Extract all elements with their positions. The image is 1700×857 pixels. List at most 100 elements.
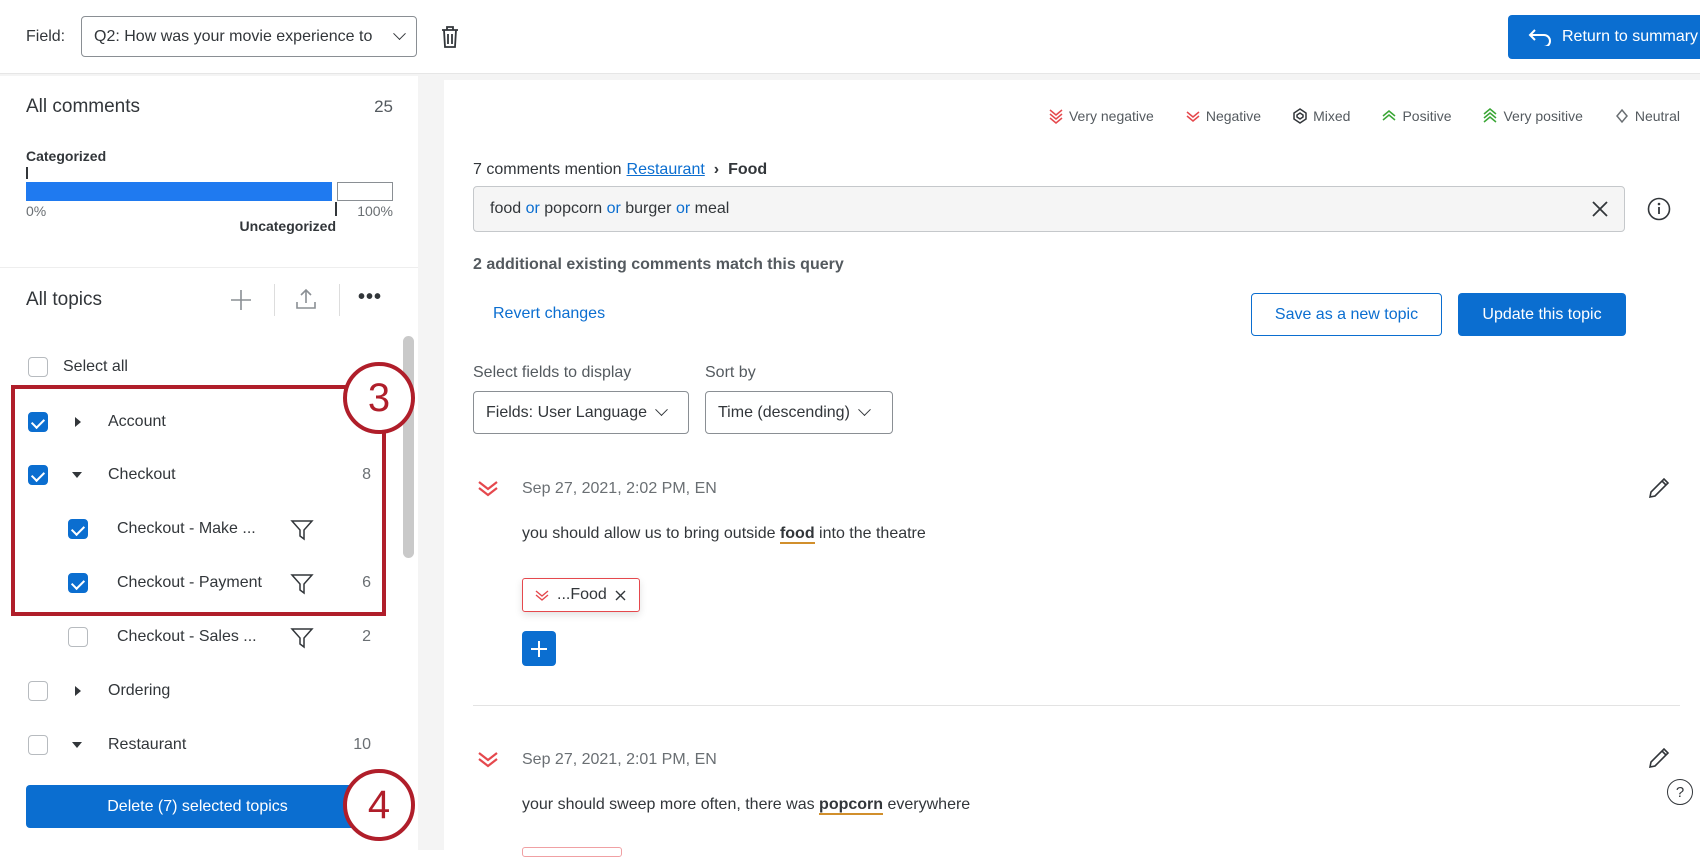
edit-pencil-icon[interactable] bbox=[1647, 746, 1671, 770]
legend-item: Very negative bbox=[1049, 108, 1154, 124]
sort-value: Time (descending) bbox=[718, 404, 850, 422]
legend-item: Mixed bbox=[1293, 108, 1350, 124]
return-arrow-icon bbox=[1528, 28, 1552, 46]
uncategorized-tick bbox=[335, 202, 337, 216]
legend-item: Very positive bbox=[1483, 108, 1582, 124]
comment-text-after: into the theatre bbox=[815, 525, 926, 542]
remove-tag-icon[interactable] bbox=[615, 590, 626, 601]
callout-box-step-3 bbox=[11, 385, 386, 616]
legend-label: Very negative bbox=[1069, 108, 1154, 124]
divider bbox=[339, 284, 340, 316]
info-icon[interactable] bbox=[1647, 197, 1671, 221]
topic-checkbox[interactable] bbox=[28, 735, 48, 755]
query-operator: or bbox=[526, 200, 540, 217]
topic-label: Checkout - Sales ... bbox=[117, 628, 257, 646]
uncategorized-label: Uncategorized bbox=[200, 218, 336, 234]
more-options-icon[interactable]: ••• bbox=[358, 286, 382, 309]
all-comments-title: All comments bbox=[26, 96, 140, 118]
legend-label: Neutral bbox=[1635, 108, 1680, 124]
query-text: food or popcorn or burger or meal bbox=[490, 200, 729, 218]
collapse-caret-icon[interactable] bbox=[72, 742, 82, 748]
sentiment-legend: Very negative Negative Mixed Positive Very p… bbox=[1049, 108, 1680, 124]
keyword-highlight: food bbox=[780, 525, 815, 544]
update-topic-button[interactable]: Update this topic bbox=[1458, 293, 1626, 336]
topic-tag[interactable] bbox=[522, 847, 622, 857]
clear-query-icon[interactable] bbox=[1592, 201, 1608, 217]
callout-step-3: 3 bbox=[343, 362, 415, 434]
legend-item: Neutral bbox=[1615, 108, 1680, 124]
topic-row[interactable]: Checkout - Sales ... 2 bbox=[0, 617, 400, 657]
query-operator: or bbox=[676, 200, 690, 217]
chevron-right-icon: › bbox=[714, 161, 719, 179]
save-as-new-topic-button[interactable]: Save as a new topic bbox=[1251, 293, 1442, 336]
query-input[interactable]: food or popcorn or burger or meal bbox=[473, 186, 1625, 232]
fields-value: Fields: User Language bbox=[486, 404, 647, 422]
divider bbox=[0, 267, 418, 268]
max-label: 100% bbox=[340, 203, 393, 219]
legend-label: Mixed bbox=[1313, 108, 1350, 124]
expand-caret-icon[interactable] bbox=[75, 686, 81, 696]
comment-text: you should allow us to bring outside foo… bbox=[522, 525, 926, 543]
keyword-highlight: popcorn bbox=[819, 796, 883, 815]
query-operator: or bbox=[607, 200, 621, 217]
comment-text-after: everywhere bbox=[883, 796, 970, 813]
edit-pencil-icon[interactable] bbox=[1647, 476, 1671, 500]
legend-label: Positive bbox=[1402, 108, 1451, 124]
match-text: 2 additional existing comments match thi… bbox=[473, 256, 844, 274]
topic-checkbox[interactable] bbox=[68, 627, 88, 647]
comment-date: Sep 27, 2021, 2:01 PM, EN bbox=[522, 751, 717, 769]
topic-checkbox[interactable] bbox=[28, 681, 48, 701]
plus-icon bbox=[530, 640, 548, 658]
trash-icon[interactable] bbox=[440, 25, 460, 49]
filter-icon[interactable] bbox=[290, 626, 314, 650]
mention-count: 7 comments mention bbox=[473, 161, 622, 179]
topic-tag[interactable]: ...Food bbox=[522, 578, 640, 612]
legend-label: Negative bbox=[1206, 108, 1261, 124]
categorized-fill bbox=[26, 182, 332, 201]
all-comments-count: 25 bbox=[360, 97, 393, 117]
very-negative-icon bbox=[477, 751, 499, 769]
field-select[interactable]: Q2: How was your movie experience to bbox=[81, 16, 417, 57]
mixed-icon bbox=[1293, 108, 1307, 124]
fields-select[interactable]: Fields: User Language bbox=[473, 391, 689, 434]
tag-label: ...Food bbox=[557, 586, 607, 604]
fields-label: Select fields to display bbox=[473, 364, 631, 382]
topic-row[interactable]: Ordering bbox=[0, 671, 400, 711]
negative-icon bbox=[535, 589, 549, 601]
chevron-down-icon bbox=[393, 27, 406, 40]
delete-selected-topics-button[interactable]: Delete (7) selected topics bbox=[26, 785, 369, 828]
comment-date: Sep 27, 2021, 2:02 PM, EN bbox=[522, 480, 717, 498]
callout-step-4: 4 bbox=[343, 769, 415, 841]
breadcrumb-link-restaurant[interactable]: Restaurant bbox=[627, 161, 705, 179]
neutral-icon bbox=[1615, 108, 1629, 124]
query-term: food bbox=[490, 200, 521, 217]
categorization-bar bbox=[26, 182, 393, 201]
chevron-down-icon bbox=[655, 403, 668, 416]
upload-icon[interactable] bbox=[295, 288, 317, 310]
min-label: 0% bbox=[26, 203, 46, 219]
comment-text: your should sweep more often, there was … bbox=[522, 796, 970, 814]
query-term: meal bbox=[695, 200, 730, 217]
comment-text-before: you should allow us to bring outside bbox=[522, 525, 780, 542]
sort-select[interactable]: Time (descending) bbox=[705, 391, 893, 434]
topic-label: Restaurant bbox=[108, 736, 186, 754]
add-topic-button[interactable] bbox=[522, 631, 556, 666]
revert-changes-link[interactable]: Revert changes bbox=[493, 305, 605, 323]
breadcrumb-current: Food bbox=[728, 161, 767, 179]
uncategorized-fill bbox=[337, 182, 393, 201]
field-label: Field: bbox=[26, 28, 65, 46]
query-term: popcorn bbox=[544, 200, 602, 217]
query-term: burger bbox=[625, 200, 671, 217]
help-button[interactable]: ? bbox=[1667, 779, 1693, 805]
scrollbar[interactable] bbox=[403, 336, 414, 558]
divider bbox=[473, 705, 1680, 706]
select-all-checkbox[interactable] bbox=[28, 357, 48, 377]
return-to-summary-button[interactable]: Return to summary bbox=[1508, 15, 1700, 59]
topic-row[interactable]: Restaurant10 bbox=[0, 725, 400, 765]
categorized-label: Categorized bbox=[26, 148, 106, 164]
add-topic-icon[interactable] bbox=[230, 289, 252, 311]
sort-label: Sort by bbox=[705, 364, 756, 382]
legend-item: Negative bbox=[1186, 108, 1261, 124]
topic-count: 2 bbox=[331, 628, 371, 646]
field-value: Q2: How was your movie experience to bbox=[94, 28, 374, 46]
